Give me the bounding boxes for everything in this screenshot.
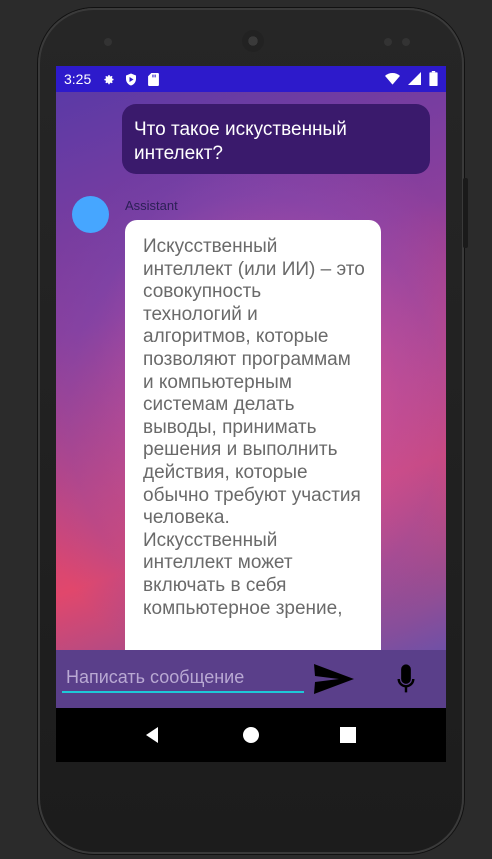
shield-icon — [125, 73, 137, 85]
power-button — [463, 178, 468, 248]
assistant-name: Assistant — [125, 198, 178, 213]
device-screen: 3:25 Что такое искуственный интелект? As… — [56, 66, 446, 762]
navigation-bar — [56, 708, 446, 762]
message-composer — [56, 650, 446, 708]
status-time: 3:25 — [64, 71, 92, 87]
send-button[interactable] — [312, 662, 356, 696]
send-icon — [314, 664, 354, 694]
message-input[interactable] — [62, 663, 304, 693]
home-button[interactable] — [240, 724, 262, 746]
recents-icon — [340, 727, 356, 743]
status-bar: 3:25 — [56, 66, 446, 92]
recents-button[interactable] — [337, 724, 359, 746]
back-icon — [146, 727, 158, 743]
assistant-avatar — [72, 196, 109, 233]
mic-icon — [397, 664, 415, 693]
user-message-bubble: Что такое искуственный интелект? — [122, 104, 430, 174]
assistant-message-bubble: Искусственный интеллект (или ИИ) – это с… — [125, 220, 381, 650]
battery-icon — [429, 71, 438, 89]
home-icon — [243, 727, 259, 743]
wifi-icon — [385, 72, 400, 88]
earpiece-speaker — [242, 30, 264, 52]
chat-area[interactable]: Что такое искуственный интелект? Assista… — [56, 92, 446, 650]
light-sensor — [402, 38, 410, 46]
front-camera — [104, 38, 112, 46]
mic-button[interactable] — [391, 662, 421, 696]
proximity-sensor — [384, 38, 392, 46]
signal-icon — [408, 72, 421, 88]
back-button[interactable] — [142, 724, 164, 746]
settings-icon — [103, 73, 115, 85]
status-right-icons — [385, 71, 438, 89]
sd-card-icon — [147, 72, 159, 86]
